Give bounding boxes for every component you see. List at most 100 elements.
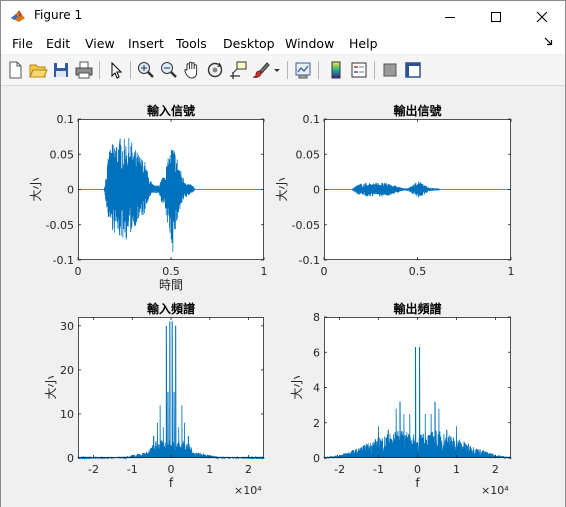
zoom-in-icon: [138, 62, 154, 78]
link-plot-button[interactable]: [293, 60, 313, 80]
hide-plot-tools-icon: [383, 63, 397, 77]
colorbar-button[interactable]: [326, 60, 346, 80]
rotate-3d-button[interactable]: [205, 60, 225, 80]
y-tick-label: 2: [313, 417, 320, 430]
pan-hand-icon: [184, 61, 198, 79]
y-tick-label: 30: [60, 320, 74, 333]
menu-edit[interactable]: Edit: [46, 36, 70, 51]
x-tick-label: 0: [414, 463, 421, 476]
window-bottom-edge: [1, 496, 565, 507]
x-tick-label: -2: [334, 463, 345, 476]
x-tick-label: 0.5: [162, 265, 180, 278]
x-axis-exponent: ×10⁴: [481, 484, 509, 496]
y-tick-label: 20: [60, 364, 74, 377]
dock-arrow-icon[interactable]: [544, 37, 553, 46]
axes-4: [323, 316, 512, 460]
new-figure-button[interactable]: [5, 60, 25, 80]
y-tick-label: 4: [313, 382, 320, 395]
select-arrow-button[interactable]: [106, 60, 126, 80]
axes-3: [77, 317, 265, 460]
plot-background: [78, 317, 264, 458]
x-tick-label: -1: [373, 463, 384, 476]
menu-bar: File Edit View Insert Tools Desktop Wind…: [1, 32, 565, 54]
show-plot-tools-icon: [405, 62, 421, 78]
print-icon: [75, 61, 93, 79]
y-tick-label: 0: [67, 452, 74, 465]
x-axis-exponent: ×10⁴: [234, 484, 262, 496]
y-tick-label: 6: [313, 346, 320, 359]
zoom-out-button[interactable]: [159, 60, 179, 80]
y-tick-label: 0.1: [303, 113, 321, 126]
y-axis-label: 大小: [290, 375, 304, 399]
y-tick-label: 0.05: [50, 148, 75, 161]
select-arrow-icon: [111, 61, 123, 79]
y-tick-label: -0.05: [46, 219, 74, 232]
menu-help[interactable]: Help: [349, 36, 378, 51]
toolbar-separator: [318, 61, 319, 79]
menu-window[interactable]: Window: [285, 36, 334, 51]
new-figure-icon: [9, 61, 22, 79]
y-tick-label: -0.05: [292, 219, 320, 232]
pan-button[interactable]: [182, 60, 202, 80]
zoom-out-icon: [161, 62, 177, 78]
toolbar-separator: [374, 61, 375, 79]
y-tick-label: -0.1: [299, 254, 320, 267]
menu-view[interactable]: View: [85, 36, 115, 51]
x-axis-label: 時間: [159, 278, 183, 292]
axes-title: 輸出信號: [393, 103, 441, 118]
save-button[interactable]: [51, 60, 71, 80]
x-tick-label: 1: [206, 463, 213, 476]
x-tick-label: -2: [88, 463, 99, 476]
open-file-button[interactable]: [28, 60, 48, 80]
x-tick-label: 0: [75, 265, 82, 278]
link-plot-icon: [295, 62, 311, 79]
maximize-button[interactable]: [473, 1, 519, 32]
x-axis-label: f: [415, 476, 420, 490]
legend-button[interactable]: [349, 60, 369, 80]
menu-file[interactable]: File: [12, 36, 33, 51]
axes-2: [323, 118, 512, 261]
maximize-icon: [491, 11, 501, 22]
axes-1: [77, 118, 265, 261]
matlab-app-icon: [10, 8, 26, 24]
x-tick-label: 0: [168, 463, 175, 476]
x-tick-label: -1: [127, 463, 138, 476]
figure-toolbar: [1, 55, 565, 86]
y-tick-label: 0: [313, 184, 320, 197]
y-tick-label: 0.05: [296, 148, 321, 161]
y-tick-label: 10: [60, 408, 74, 421]
figure-window: Figure 1 File Edit View Insert Tools Des…: [0, 0, 566, 507]
brush-button[interactable]: [251, 60, 271, 80]
data-cursor-button[interactable]: [228, 60, 248, 80]
axes-title: 輸出頻譜: [393, 301, 441, 316]
open-file-icon: [29, 64, 48, 78]
close-button[interactable]: [519, 1, 565, 32]
hide-plot-tools-button[interactable]: [380, 60, 400, 80]
y-tick-label: 0: [313, 452, 320, 465]
minimize-button[interactable]: [427, 1, 473, 32]
data-cursor-icon: [230, 61, 247, 79]
y-tick-label: 8: [313, 311, 320, 324]
plot-background: [324, 317, 511, 458]
brush-dropdown-icon: [274, 69, 280, 72]
toolbar-separator: [99, 61, 100, 79]
y-axis-label: 大小: [275, 177, 289, 201]
window-title: Figure 1: [34, 8, 83, 22]
show-plot-tools-button[interactable]: [403, 60, 423, 80]
brush-dropdown-button[interactable]: [272, 60, 282, 80]
print-button[interactable]: [74, 60, 94, 80]
zoom-in-button[interactable]: [136, 60, 156, 80]
figure-canvas: 0 0.5 1 0.1 0.05 0 -0.05 -0.1 輸入信號 時間 大小 0 0.5 1 0.1 0.…: [1, 86, 565, 497]
menu-tools[interactable]: Tools: [176, 36, 207, 51]
menu-insert[interactable]: Insert: [128, 36, 164, 51]
menu-desktop[interactable]: Desktop: [223, 36, 275, 51]
x-tick-label: 2: [245, 463, 252, 476]
brush-icon: [252, 62, 270, 78]
axes-title: 輸入信號: [147, 103, 195, 118]
axes-title: 輸入頻譜: [147, 301, 195, 316]
x-tick-label: 1: [453, 463, 460, 476]
y-tick-label: -0.1: [53, 254, 74, 267]
x-tick-label: 1: [261, 265, 268, 278]
toolbar-separator: [130, 61, 131, 79]
x-tick-label: 2: [492, 463, 499, 476]
